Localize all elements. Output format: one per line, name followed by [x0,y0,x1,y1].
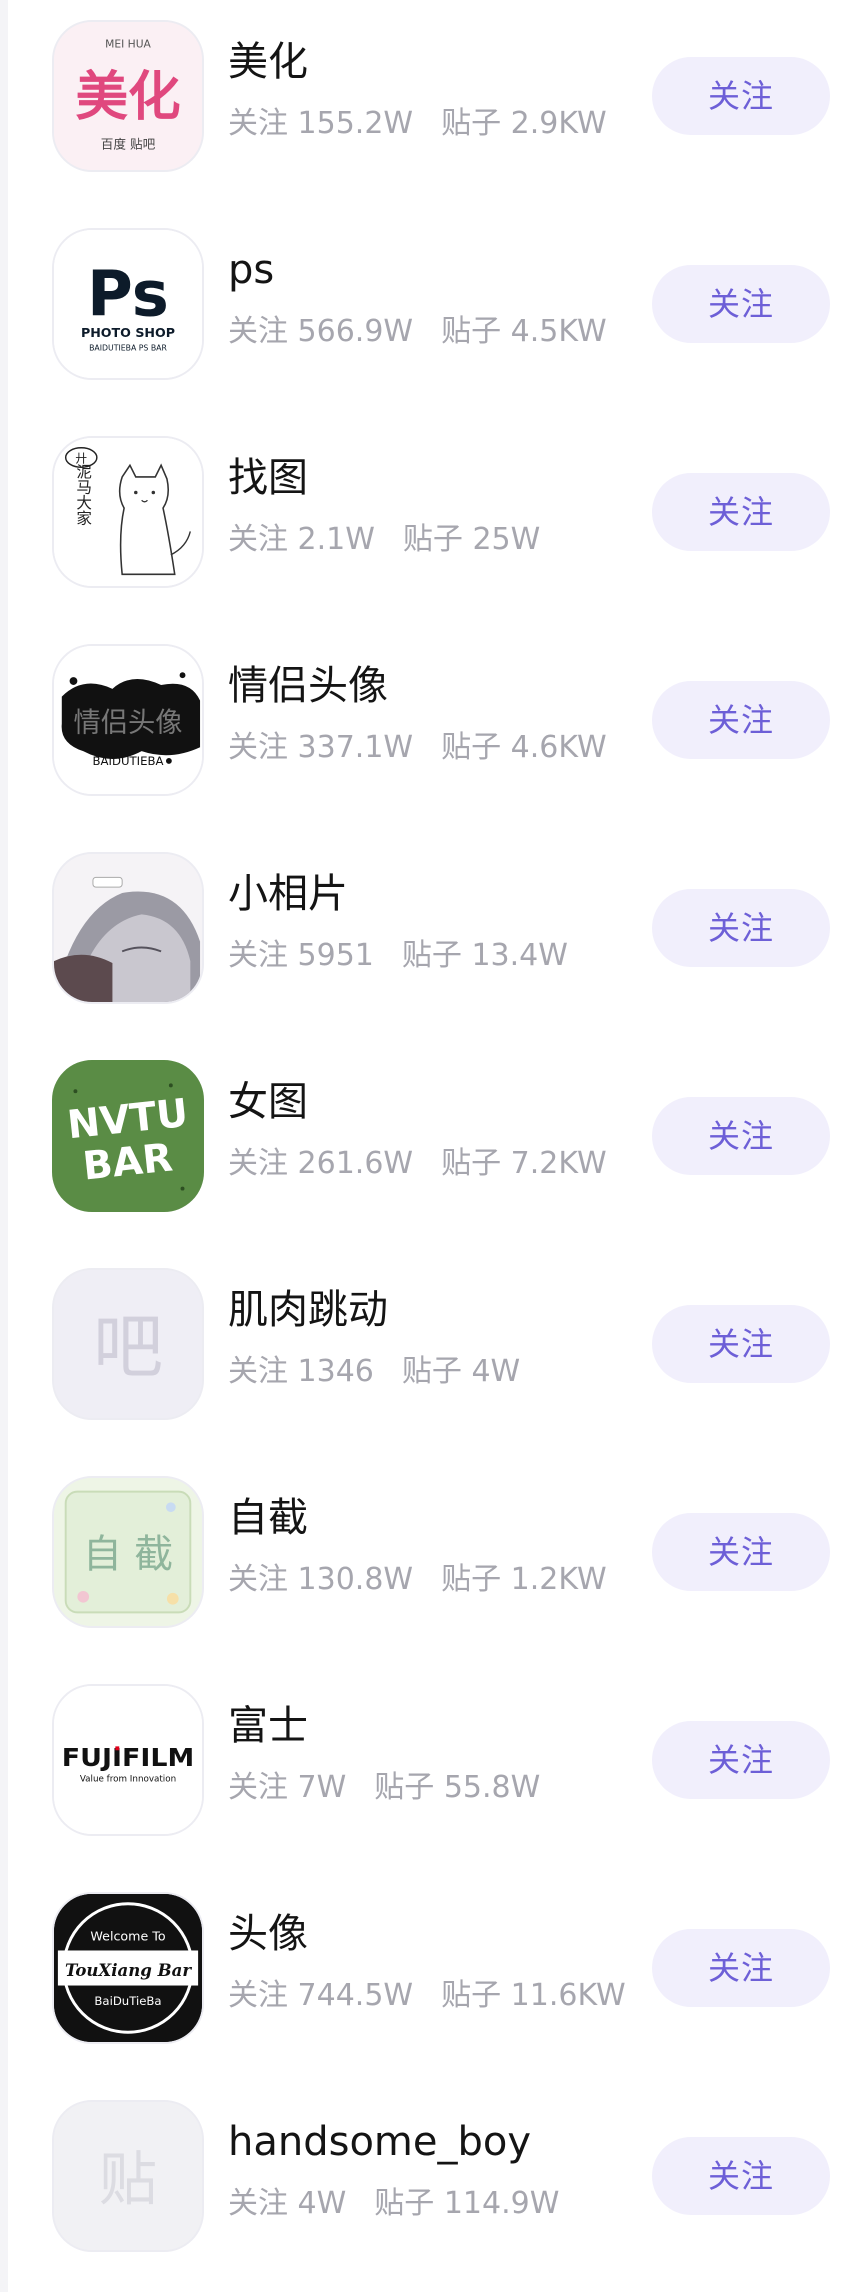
svg-text:自 截: 自 截 [83,1533,173,1578]
forum-stats: 关注 130.8W 贴子 1.2KW [228,1562,607,1597]
forum-row-touxiang[interactable]: Welcome To TouXiang Bar BaiDuTieBa 头像 关注… [0,1872,868,2080]
forum-row-meihua[interactable]: MEI HUA 美化 百度 贴吧 美化 关注 155.2W 贴子 2.9KW 关注 [0,0,868,208]
forum-name: 找图 [228,455,308,501]
follow-button[interactable]: 关注 [652,265,830,343]
svg-text:百度 贴吧: 百度 贴吧 [101,137,156,152]
svg-text:Ps: Ps [87,258,169,331]
forum-name: 富士 [228,1703,308,1749]
forum-row-fushi[interactable]: FUJIFILM Value from Innovation 富士 关注 7W 贴… [0,1664,868,1872]
follow-button[interactable]: 关注 [652,889,830,967]
ink-splash-icon: 情侣头像 BAIDUTIEBA [52,644,204,796]
follow-button[interactable]: 关注 [652,57,830,135]
forum-row-jirou-tiaodong[interactable]: 吧 肌肉跳动 关注 1346 贴子 4W 关注 [0,1248,868,1456]
forum-name: 肌肉跳动 [228,1287,388,1333]
forum-row-ps[interactable]: Ps PHOTO SHOP BAIDUTIEBA PS BAR ps 关注 56… [0,208,868,416]
svg-text:BAR: BAR [81,1135,175,1189]
svg-text:BaiDuTieBa: BaiDuTieBa [94,1994,161,2008]
zijie-forum-icon: 自 截 [52,1476,204,1628]
forum-name: 女图 [228,1079,308,1125]
forum-stats: 关注 5951 贴子 13.4W [228,938,568,973]
svg-text:BAIDUTIEBA PS BAR: BAIDUTIEBA PS BAR [89,344,167,353]
svg-text:贴: 贴 [99,2145,157,2213]
forum-stats: 关注 1346 贴子 4W [228,1354,521,1389]
follow-button[interactable]: 关注 [652,2137,830,2215]
follow-button[interactable]: 关注 [652,1929,830,2007]
svg-text:Value from Innovation: Value from Innovation [80,1774,176,1784]
default-tie-icon: 贴 [52,2100,204,2252]
forum-name: 情侣头像 [228,663,388,709]
forum-row-handsome-boy[interactable]: 贴 handsome_boy 关注 4W 贴子 114.9W 关注 [0,2080,868,2288]
forum-name: 美化 [228,39,308,85]
forum-name: ps [228,247,275,293]
svg-text:吧: 吧 [93,1306,163,1388]
svg-text:FUJIFILM: FUJIFILM [62,1743,194,1772]
svg-text:Welcome To: Welcome To [90,1929,165,1944]
meihua-forum-icon: MEI HUA 美化 百度 贴吧 [52,20,204,172]
nvtu-bar-logo-icon: NVTU BAR [52,1060,204,1212]
forum-name: 小相片 [228,871,348,917]
forum-stats: 关注 337.1W 贴子 4.6KW [228,730,607,765]
photoshop-logo-icon: Ps PHOTO SHOP BAIDUTIEBA PS BAR [52,228,204,380]
svg-text:PHOTO SHOP: PHOTO SHOP [81,325,175,340]
svg-text:TouXiang Bar: TouXiang Bar [65,1960,192,1980]
forum-stats: 关注 7W 贴子 55.8W [228,1770,541,1805]
follow-button[interactable]: 关注 [652,1305,830,1383]
anime-portrait-icon [52,852,204,1004]
follow-button[interactable]: 关注 [652,1513,830,1591]
forum-name: 自截 [228,1495,308,1541]
forum-name: handsome_boy [228,2119,532,2165]
forum-stats: 关注 4W 贴子 114.9W [228,2186,560,2221]
svg-text:MEI HUA: MEI HUA [105,37,151,50]
forum-stats: 关注 155.2W 贴子 2.9KW [228,106,607,141]
forum-stats: 关注 2.1W 贴子 25W [228,522,541,557]
forum-stats: 关注 261.6W 贴子 7.2KW [228,1146,607,1181]
forum-name: 头像 [228,1911,308,1957]
fujifilm-logo-icon: FUJIFILM Value from Innovation [52,1684,204,1836]
forum-row-zhaotu[interactable]: 廾 泥马大家 找图 关注 2.1W 贴子 25W 关注 [0,416,868,624]
follow-button[interactable]: 关注 [652,681,830,759]
svg-text:BAIDUTIEBA: BAIDUTIEBA [93,754,164,768]
default-bar-icon: 吧 [52,1268,204,1420]
svg-text:美化: 美化 [75,67,180,128]
forum-row-nvtu[interactable]: NVTU BAR 女图 关注 261.6W 贴子 7.2KW 关注 [0,1040,868,1248]
follow-button[interactable]: 关注 [652,1097,830,1175]
svg-text:情侣头像: 情侣头像 [73,708,182,739]
forum-stats: 关注 566.9W 贴子 4.5KW [228,314,607,349]
cat-sketch-icon: 廾 泥马大家 [52,436,204,588]
follow-button[interactable]: 关注 [652,473,830,551]
forum-row-qinglv-touxiang[interactable]: 情侣头像 BAIDUTIEBA 情侣头像 关注 337.1W 贴子 4.6KW 关… [0,624,868,832]
forum-row-xiaoxiangpian[interactable]: 小相片 关注 5951 贴子 13.4W 关注 [0,832,868,1040]
touxiang-badge-icon: Welcome To TouXiang Bar BaiDuTieBa [52,1892,204,2044]
svg-text:泥马大家: 泥马大家 [74,463,92,526]
forum-row-zijie[interactable]: 自 截 自截 关注 130.8W 贴子 1.2KW 关注 [0,1456,868,1664]
follow-button[interactable]: 关注 [652,1721,830,1799]
forum-stats: 关注 744.5W 贴子 11.6KW [228,1978,626,2013]
